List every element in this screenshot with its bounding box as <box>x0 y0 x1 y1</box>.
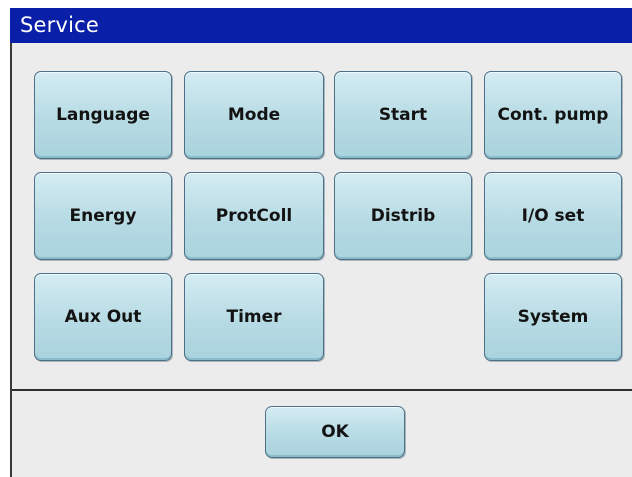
aux-out-button[interactable]: Aux Out <box>34 273 172 361</box>
timer-button[interactable]: Timer <box>184 273 324 361</box>
io-set-button[interactable]: I/O set <box>484 172 622 260</box>
energy-button[interactable]: Energy <box>34 172 172 260</box>
protcoll-button[interactable]: ProtColl <box>184 172 324 260</box>
ok-button[interactable]: OK <box>265 406 405 458</box>
dialog-title: Service <box>20 13 100 37</box>
language-button[interactable]: Language <box>34 71 172 159</box>
title-bar: Service <box>10 8 632 43</box>
system-button[interactable]: System <box>484 273 622 361</box>
distrib-button[interactable]: Distrib <box>334 172 472 260</box>
dialog-left-border <box>10 43 12 477</box>
start-button[interactable]: Start <box>334 71 472 159</box>
footer-divider <box>12 389 632 391</box>
mode-button[interactable]: Mode <box>184 71 324 159</box>
service-dialog: Service Language Mode Start Cont. pump E… <box>10 8 632 477</box>
cont-pump-button[interactable]: Cont. pump <box>484 71 622 159</box>
